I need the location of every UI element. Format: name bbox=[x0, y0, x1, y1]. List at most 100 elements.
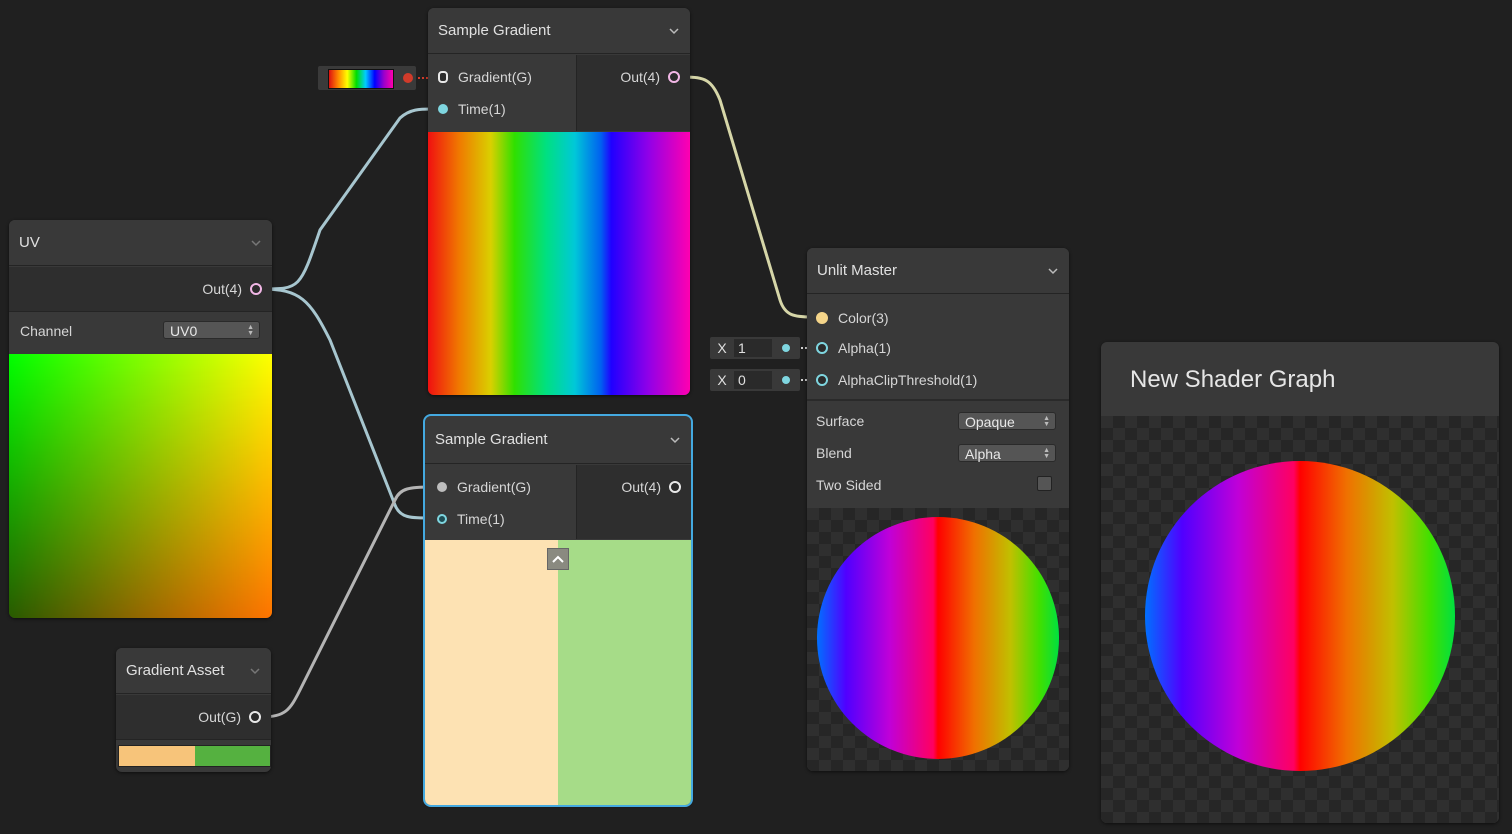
sg1-gradient-port[interactable] bbox=[438, 71, 448, 83]
chevron-down-icon[interactable] bbox=[1047, 265, 1059, 277]
surface-dropdown[interactable]: Opaque ▲ ▼ bbox=[958, 412, 1056, 430]
sg1-time-input: Time(1) bbox=[438, 101, 506, 117]
sg2-time-input: Time(1) bbox=[437, 511, 505, 527]
chevron-down-icon[interactable] bbox=[669, 434, 681, 446]
uv-node[interactable]: UV Out(4) Channel UV0 ▲ ▼ bbox=[9, 220, 272, 618]
preview-window[interactable]: New Shader Graph bbox=[1101, 342, 1499, 823]
sg1-gradient-input: Gradient(G) bbox=[438, 69, 532, 85]
blend-label: Blend bbox=[816, 445, 852, 461]
sg2-time-label: Time(1) bbox=[457, 511, 505, 527]
updown-arrow-icon: ▲ ▼ bbox=[247, 324, 254, 337]
sg1-out-port[interactable] bbox=[668, 71, 680, 83]
sg2-preview bbox=[425, 540, 691, 805]
sample-gradient-node-2[interactable]: Sample Gradient Gradient(G) Time(1) Out(… bbox=[423, 414, 693, 807]
um-clip-label: AlphaClipThreshold(1) bbox=[838, 372, 978, 388]
blend-dropdown[interactable]: Alpha ▲ ▼ bbox=[958, 444, 1056, 462]
clip-inline-input[interactable]: X 0 bbox=[710, 369, 800, 391]
uv-node-title: UV bbox=[19, 234, 40, 251]
surface-row: Surface bbox=[816, 413, 864, 429]
uv-out-label: Out(4) bbox=[202, 281, 242, 297]
gradient-asset-title: Gradient Asset bbox=[126, 662, 225, 679]
gradient-asset-bar[interactable] bbox=[118, 745, 271, 767]
um-color-port[interactable] bbox=[816, 312, 828, 324]
alpha-axis-label: X bbox=[717, 340, 727, 356]
inline-gradient-field[interactable] bbox=[318, 66, 416, 90]
sample-gradient-2-title: Sample Gradient bbox=[435, 431, 548, 448]
chevron-down-icon[interactable] bbox=[249, 665, 261, 677]
sample-gradient-node-1[interactable]: Sample Gradient Gradient(G) Time(1) Out(… bbox=[428, 8, 690, 395]
surface-label: Surface bbox=[816, 413, 865, 429]
sg2-gradient-label: Gradient(G) bbox=[457, 479, 531, 495]
chevron-down-icon[interactable] bbox=[668, 25, 680, 37]
unlit-master-title: Unlit Master bbox=[817, 262, 898, 279]
master-preview bbox=[807, 508, 1069, 771]
channel-value: UV0 bbox=[170, 323, 198, 339]
gradient-swatch[interactable] bbox=[328, 69, 394, 89]
channel-row: Channel bbox=[20, 323, 72, 339]
master-preview-sphere bbox=[817, 517, 1059, 759]
um-alpha-input: Alpha(1) bbox=[816, 340, 891, 356]
chevron-up-icon bbox=[552, 555, 564, 563]
surface-value: Opaque bbox=[965, 414, 1015, 430]
sg2-out-row: Out(4) bbox=[621, 479, 681, 495]
channel-dropdown[interactable]: UV0 ▲ ▼ bbox=[163, 321, 260, 339]
main-preview[interactable] bbox=[1101, 416, 1499, 823]
gradient-asset-node[interactable]: Gradient Asset Out(G) bbox=[116, 648, 271, 772]
clip-value-field[interactable]: 0 bbox=[734, 371, 772, 389]
unlit-master-node[interactable]: Unlit Master Color(3) Alpha(1) AlphaClip… bbox=[807, 248, 1069, 771]
sg1-out-row: Out(4) bbox=[620, 69, 680, 85]
um-clip-port[interactable] bbox=[816, 374, 828, 386]
wire-uv-to-time-2 bbox=[261, 287, 433, 520]
chevron-down-icon[interactable] bbox=[250, 237, 262, 249]
sample-gradient-2-header[interactable]: Sample Gradient bbox=[425, 416, 691, 464]
alpha-value-field[interactable]: 1 bbox=[734, 339, 772, 357]
sg1-time-label: Time(1) bbox=[458, 101, 506, 117]
channel-label: Channel bbox=[20, 323, 73, 339]
sg2-preview-green bbox=[558, 540, 691, 805]
sg1-gradient-label: Gradient(G) bbox=[458, 69, 532, 85]
gradient-asset-out-label: Out(G) bbox=[198, 709, 241, 725]
um-alpha-label: Alpha(1) bbox=[838, 340, 891, 356]
sg2-time-port[interactable] bbox=[437, 514, 447, 524]
um-alpha-port[interactable] bbox=[816, 342, 828, 354]
gradient-asset-color-1 bbox=[119, 746, 195, 766]
preview-window-title: New Shader Graph bbox=[1130, 366, 1336, 393]
clip-axis-label: X bbox=[717, 372, 727, 388]
uv-out-row: Out(4) bbox=[202, 281, 262, 297]
collapse-preview-button[interactable] bbox=[547, 548, 569, 570]
sg2-out-port[interactable] bbox=[669, 481, 681, 493]
wire-asset-to-gradient bbox=[261, 485, 433, 719]
two-sided-row: Two Sided bbox=[816, 477, 881, 493]
two-sided-label: Two Sided bbox=[816, 477, 882, 493]
wire-uv-to-time-1 bbox=[261, 107, 433, 291]
gradient-asset-color-2 bbox=[194, 746, 270, 766]
um-clip-input: AlphaClipThreshold(1) bbox=[816, 372, 977, 388]
sg1-preview bbox=[428, 132, 690, 395]
updown-arrow-icon: ▲ ▼ bbox=[1043, 415, 1050, 428]
gradient-asset-out-port[interactable] bbox=[249, 711, 261, 723]
swatch-port[interactable] bbox=[403, 73, 413, 83]
wire-sample-to-color bbox=[683, 75, 813, 319]
sg1-time-port[interactable] bbox=[438, 104, 448, 114]
blend-row: Blend bbox=[816, 445, 852, 461]
uv-node-header[interactable]: UV bbox=[9, 220, 272, 266]
sg2-gradient-port[interactable] bbox=[437, 482, 447, 492]
um-color-input: Color(3) bbox=[816, 310, 889, 326]
clip-inline-port[interactable] bbox=[782, 376, 790, 384]
unlit-master-header[interactable]: Unlit Master bbox=[807, 248, 1069, 294]
sample-gradient-1-header[interactable]: Sample Gradient bbox=[428, 8, 690, 54]
gradient-asset-header[interactable]: Gradient Asset bbox=[116, 648, 271, 694]
blend-value: Alpha bbox=[965, 446, 1001, 462]
alpha-inline-port[interactable] bbox=[782, 344, 790, 352]
uv-out-port[interactable] bbox=[250, 283, 262, 295]
sg2-gradient-input: Gradient(G) bbox=[437, 479, 531, 495]
two-sided-checkbox[interactable] bbox=[1037, 476, 1052, 491]
sg1-out-label: Out(4) bbox=[620, 69, 660, 85]
gradient-asset-out-row: Out(G) bbox=[198, 709, 261, 725]
sg2-preview-peach bbox=[425, 540, 558, 805]
sample-gradient-1-title: Sample Gradient bbox=[438, 22, 551, 39]
sg2-out-label: Out(4) bbox=[621, 479, 661, 495]
main-preview-sphere bbox=[1145, 461, 1455, 771]
updown-arrow-icon: ▲ ▼ bbox=[1043, 447, 1050, 460]
alpha-inline-input[interactable]: X 1 bbox=[710, 337, 800, 359]
